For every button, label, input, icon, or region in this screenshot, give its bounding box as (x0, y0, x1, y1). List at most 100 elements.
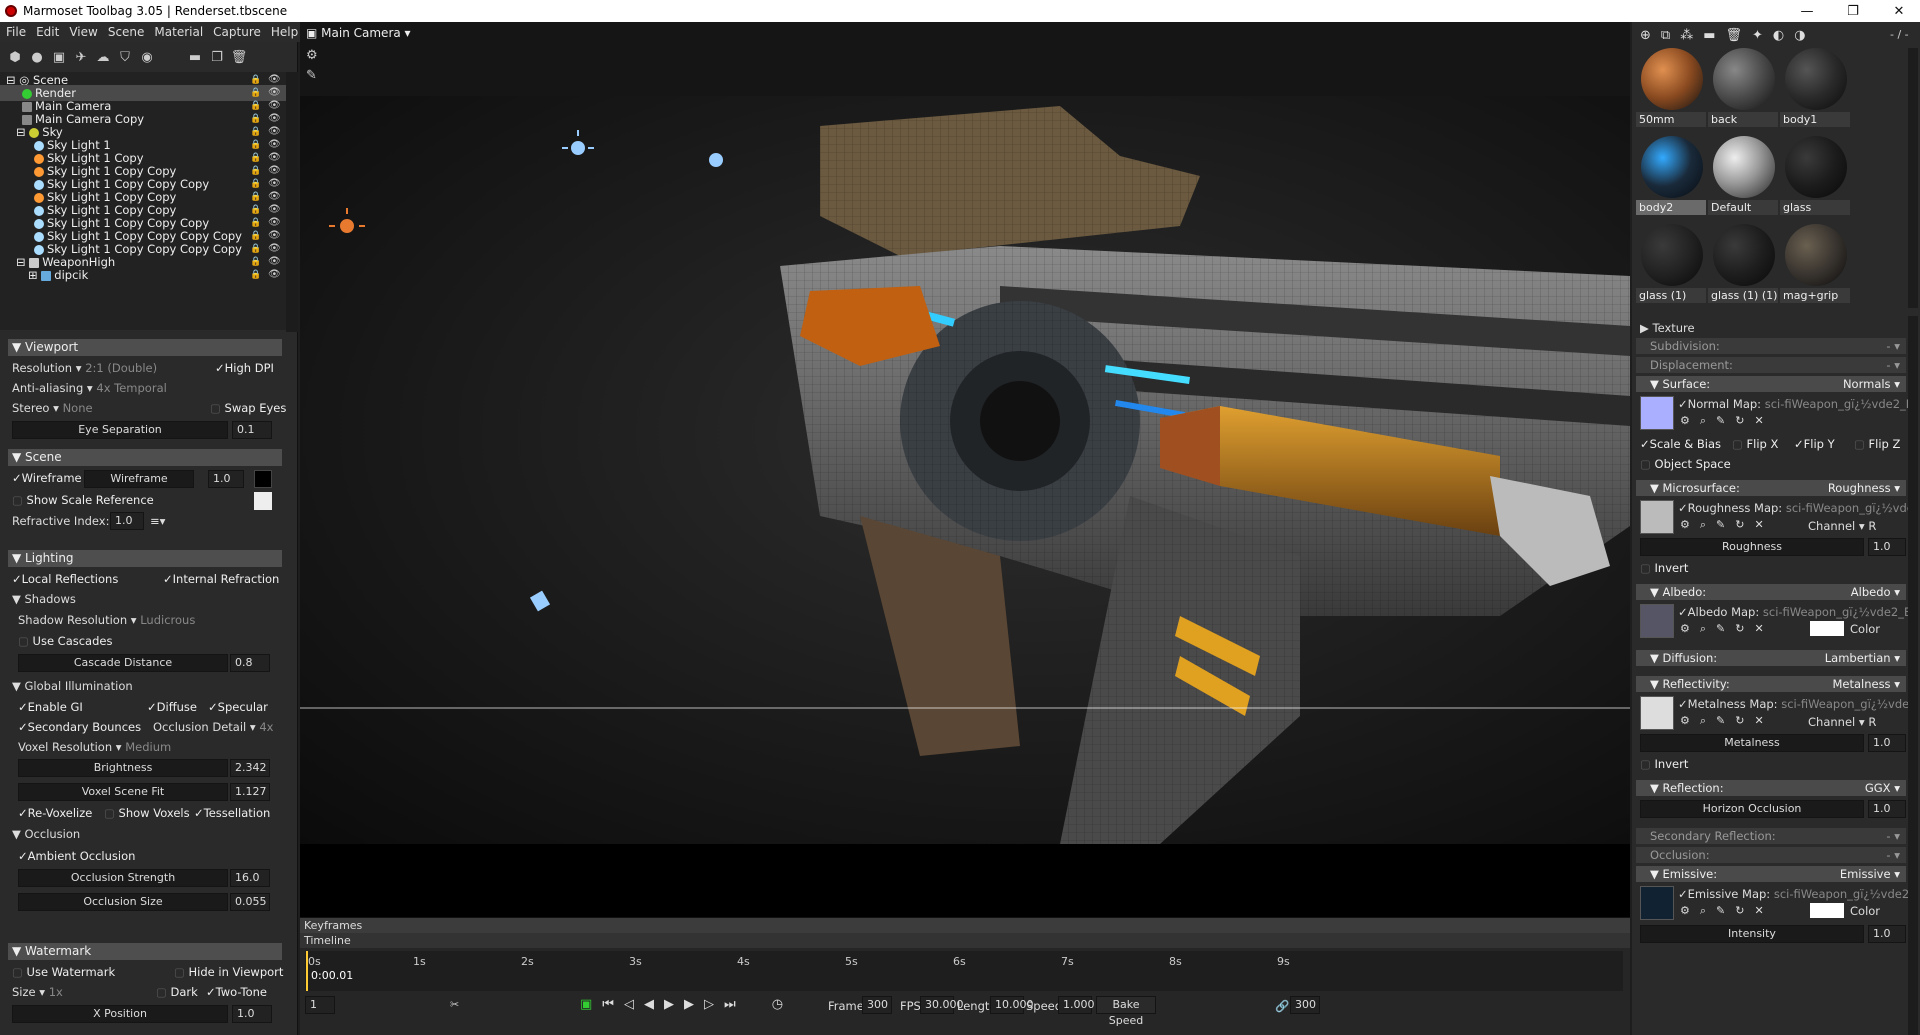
wireframe-checkbox[interactable]: ✓Wireframe (12, 470, 82, 486)
keyframe-tool-icon[interactable]: ✂ (450, 998, 459, 1011)
material-swatch[interactable]: glass (1) (1636, 224, 1706, 324)
fps-value[interactable]: 30.000 (920, 996, 964, 1014)
ambient-occlusion-checkbox[interactable]: ✓Ambient Occlusion (18, 848, 135, 864)
use-watermark-checkbox[interactable]: ▢ Use Watermark (12, 964, 115, 980)
menu-view[interactable]: View (69, 25, 97, 39)
flip-z-checkbox[interactable]: ▢ Flip Z (1854, 436, 1900, 452)
show-voxels-checkbox[interactable]: ▢ Show Voxels (104, 805, 190, 821)
skip-start-icon[interactable]: ⏮ (602, 997, 614, 1012)
material-settings-icon[interactable]: ◑ (1794, 28, 1805, 43)
diffuse-checkbox[interactable]: ✓Diffuse (147, 699, 197, 715)
surface-section[interactable]: ▼ Surface: Normals ▾ (1636, 376, 1906, 392)
duplicate-icon[interactable]: ❐ (210, 50, 224, 64)
add-shadow-catcher-icon[interactable]: ⛉ (118, 50, 132, 64)
apply-material-icon[interactable]: ◐ (1773, 28, 1784, 43)
dark-checkbox[interactable]: ▢ Dark (156, 984, 198, 1000)
cascade-distance-value[interactable]: 0.8 (230, 654, 270, 672)
menu-edit[interactable]: Edit (36, 25, 59, 39)
skip-end-icon[interactable]: ⏭ (724, 997, 736, 1012)
subsection-gi[interactable]: ▼ Global Illumination (12, 679, 133, 695)
search-icon[interactable]: ⌕ (1700, 414, 1706, 428)
tessellation-checkbox[interactable]: ✓Tessellation (194, 805, 270, 821)
viewport-render[interactable] (300, 96, 1630, 844)
playhead[interactable] (306, 951, 308, 991)
roughness-invert-checkbox[interactable]: ▢ Invert (1640, 560, 1688, 576)
material-swatch[interactable]: 50mm (1636, 48, 1706, 148)
swap-eyes-checkbox[interactable]: ▢ Swap Eyes (210, 400, 286, 416)
occlusion-section[interactable]: Occlusion: - ▾ (1636, 847, 1906, 863)
timeline-bar[interactable]: Timeline (300, 933, 1630, 948)
two-tone-checkbox[interactable]: ✓Two-Tone (206, 984, 267, 1000)
albedo-color-swatch[interactable] (1810, 621, 1844, 636)
speed-value[interactable]: 1.000 (1058, 996, 1095, 1014)
add-sky-icon[interactable]: ☁ (96, 50, 110, 64)
eyedropper-icon[interactable]: ✎ (1716, 518, 1725, 532)
step-back-icon[interactable]: ◀ (644, 997, 654, 1012)
add-turntable-icon[interactable]: ✈ (74, 50, 88, 64)
eyedropper-icon[interactable]: ✎ (1716, 714, 1725, 728)
roughness-value[interactable]: 1.0 (1868, 538, 1906, 556)
scale-color-swatch[interactable] (254, 492, 272, 510)
secondary-reflection-section[interactable]: Secondary Reflection: - ▾ (1636, 828, 1906, 844)
end-frame-value[interactable]: 300 (1290, 996, 1320, 1014)
loop-icon[interactable]: ▣ (580, 997, 592, 1012)
bake-speed-button[interactable]: Bake Speed (1096, 996, 1156, 1027)
flip-y-checkbox[interactable]: ✓Flip Y (1794, 436, 1835, 452)
reload-icon[interactable]: ↻ (1735, 518, 1744, 532)
enable-gi-checkbox[interactable]: ✓Enable GI (18, 699, 83, 715)
voxel-scene-fit-slider[interactable]: Voxel Scene Fit (18, 783, 228, 801)
open-folder-icon[interactable]: ▬ (1703, 28, 1715, 43)
material-swatch[interactable]: back (1708, 48, 1778, 148)
metalness-channel-dropdown[interactable]: Channel ▾ R (1808, 714, 1876, 730)
roughness-slider[interactable]: Roughness (1640, 538, 1864, 556)
link-icon[interactable]: 🔗 (1275, 998, 1289, 1014)
keyframes-bar[interactable]: Keyframes (300, 918, 1630, 933)
material-scrollbar[interactable] (1908, 48, 1918, 308)
reload-icon[interactable]: ↻ (1735, 904, 1744, 918)
diffusion-section[interactable]: ▼ Diffusion: Lambertian ▾ (1636, 650, 1906, 666)
viewport-pin-icon[interactable]: ✎ (306, 68, 317, 83)
revoxelize-checkbox[interactable]: ✓Re-Voxelize (18, 805, 92, 821)
specular-checkbox[interactable]: ✓Specular (208, 699, 268, 715)
properties-scrollbar[interactable] (1908, 316, 1918, 1035)
timeline-ruler[interactable]: 0s 1s 2s 3s 4s 5s 6s 7s 8s 9s 0:00.01 (305, 951, 1623, 991)
brightness-slider[interactable]: Brightness (18, 759, 228, 777)
search-icon[interactable]: ⌕ (1700, 714, 1706, 728)
refractive-presets-icon[interactable]: ≡▾ (150, 513, 165, 529)
add-object-icon[interactable]: ⬢ (8, 50, 22, 64)
reflectivity-section[interactable]: ▼ Reflectivity: Metalness ▾ (1636, 676, 1906, 692)
material-grid-icon[interactable]: ⁂ (1680, 28, 1693, 43)
frames-value[interactable]: 300 (862, 996, 892, 1014)
refractive-index-value[interactable]: 1.0 (110, 512, 144, 530)
close-button[interactable]: ✕ (1876, 0, 1920, 22)
section-viewport[interactable]: ▼ Viewport (8, 339, 282, 356)
object-space-checkbox[interactable]: ▢ Object Space (1640, 456, 1731, 472)
camera-dropdown[interactable]: ▣ Main Camera ▾ (306, 26, 411, 40)
settings-icon[interactable]: ⚙ (1680, 414, 1690, 428)
microsurface-section[interactable]: ▼ Microsurface: Roughness ▾ (1636, 480, 1906, 496)
settings-icon[interactable]: ⚙ (1680, 714, 1690, 728)
high-dpi-checkbox[interactable]: ✓High DPI (215, 360, 274, 376)
clear-icon[interactable]: ✕ (1754, 414, 1763, 428)
emissive-color-swatch[interactable] (1810, 903, 1844, 918)
settings-icon[interactable]: ⚙ (1680, 904, 1690, 918)
intensity-slider[interactable]: Intensity (1640, 925, 1864, 943)
play-icon[interactable]: ▶ (664, 997, 674, 1012)
secondary-bounces-checkbox[interactable]: ✓Secondary Bounces (18, 719, 141, 735)
section-scene[interactable]: ▼ Scene (8, 449, 282, 466)
pick-material-icon[interactable]: ✦ (1752, 28, 1763, 43)
search-icon[interactable]: ⌕ (1700, 622, 1706, 636)
viewport[interactable]: ▣ Main Camera ▾ ⚙ ✎ (300, 22, 1630, 917)
prev-key-icon[interactable]: ◁ (624, 997, 634, 1012)
occlusion-strength-value[interactable]: 16.0 (230, 869, 270, 887)
eyedropper-icon[interactable]: ✎ (1716, 622, 1725, 636)
aa-dropdown[interactable]: Anti-aliasing ▾ 4x Temporal (12, 380, 167, 396)
use-cascades-checkbox[interactable]: ▢ Use Cascades (18, 633, 112, 649)
eye-separation-slider[interactable]: Eye Separation (12, 421, 228, 439)
material-swatch[interactable]: glass (1) (1) (1708, 224, 1778, 324)
occlusion-size-value[interactable]: 0.055 (230, 893, 270, 911)
reflection-section[interactable]: ▼ Reflection: GGX ▾ (1636, 780, 1906, 796)
eyedropper-icon[interactable]: ✎ (1716, 414, 1725, 428)
wireframe-slider[interactable]: Wireframe (84, 470, 194, 488)
shadow-resolution-dropdown[interactable]: Shadow Resolution ▾ Ludicrous (18, 612, 195, 628)
